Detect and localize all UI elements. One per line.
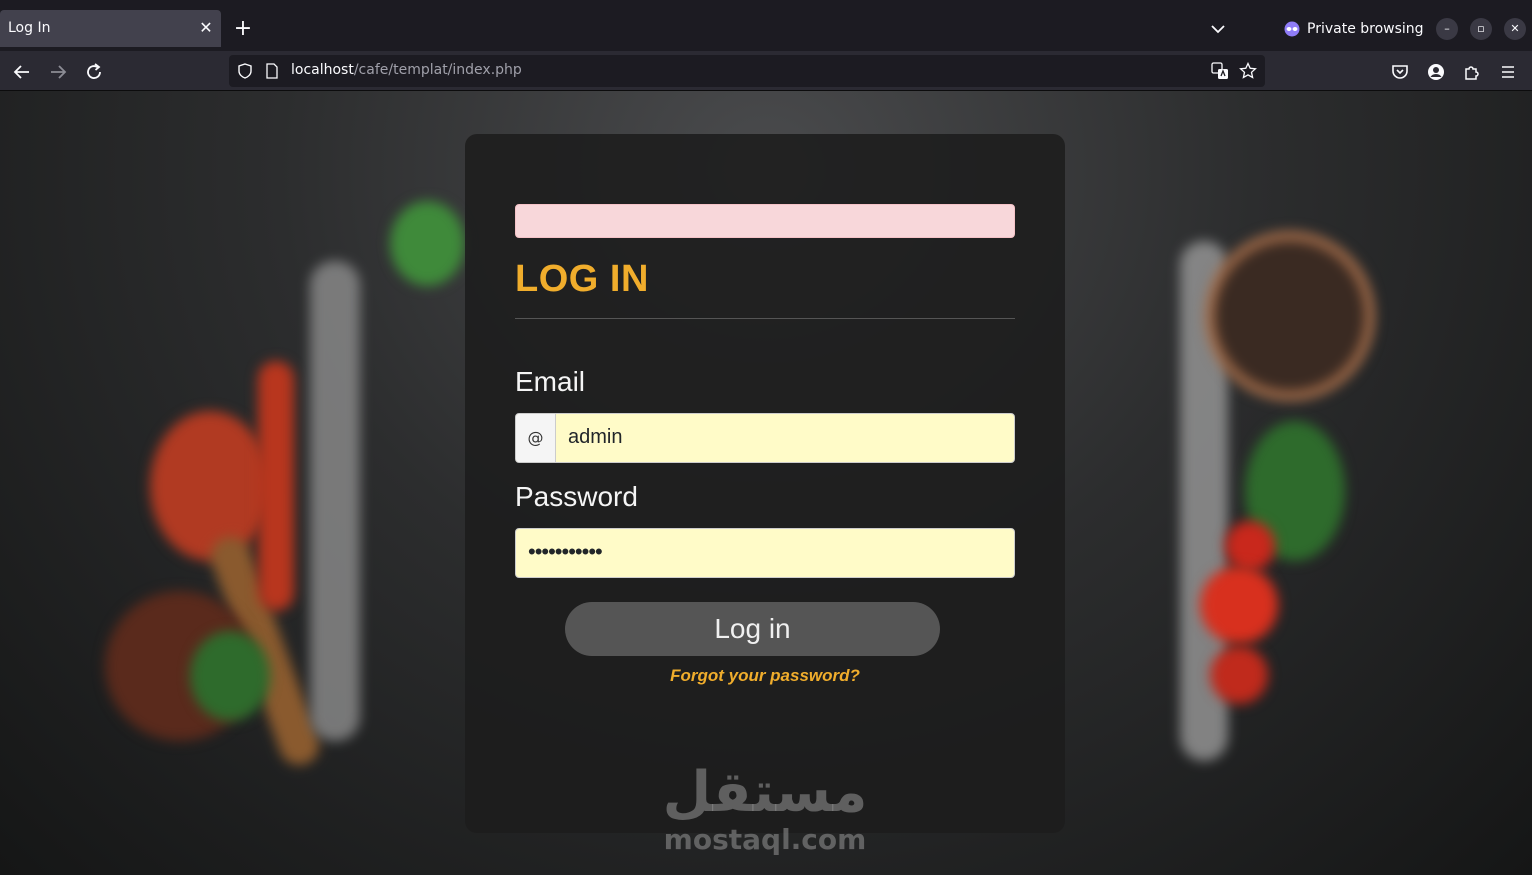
at-sign-addon: @: [516, 414, 556, 462]
browser-tab[interactable]: Log In ✕: [0, 10, 221, 47]
private-browsing-indicator: Private browsing: [1284, 18, 1424, 40]
login-button[interactable]: Log in: [565, 602, 940, 656]
background-pepper-bowl-image: [1215, 241, 1365, 391]
new-tab-button[interactable]: +: [231, 17, 255, 41]
bookmark-star-icon[interactable]: [1239, 62, 1257, 80]
browser-tab-bar: Log In ✕ + Private browsing – ▫ ✕: [0, 0, 1532, 51]
background-tomato-image: [1225, 521, 1275, 571]
title-divider: [515, 318, 1015, 319]
password-input-group: •••••••••••: [515, 528, 1015, 578]
email-field[interactable]: admin: [568, 426, 622, 449]
password-label: Password: [515, 481, 638, 512]
translate-icon[interactable]: [1211, 62, 1229, 80]
close-window-button[interactable]: ✕: [1504, 18, 1526, 40]
mostaql-watermark: مستقل mostaql.com: [660, 761, 870, 855]
restore-button[interactable]: ▫: [1470, 18, 1492, 40]
background-herb-image-2: [190, 631, 270, 721]
background-fork-image: [310, 261, 360, 741]
page-viewport: LOG IN Email @ admin Password ••••••••••…: [0, 91, 1532, 875]
back-arrow-icon[interactable]: [10, 60, 34, 84]
forward-arrow-icon[interactable]: [46, 60, 70, 84]
alert-message: [515, 204, 1015, 238]
email-input-group: @ admin: [515, 413, 1015, 463]
url-text[interactable]: localhost/cafe/templat/index.php: [291, 62, 522, 78]
url-host: localhost: [291, 62, 354, 78]
page-title: LOG IN: [515, 258, 649, 300]
private-browsing-label: Private browsing: [1307, 21, 1424, 37]
login-card: LOG IN Email @ admin Password ••••••••••…: [465, 134, 1065, 833]
tab-title: Log In: [8, 20, 51, 36]
watermark-arabic-text: مستقل: [662, 760, 868, 825]
page-info-icon[interactable]: [265, 63, 279, 79]
navigation-toolbar: localhost/cafe/templat/index.php: [0, 51, 1532, 91]
url-path: /cafe/templat/index.php: [353, 62, 522, 78]
background-herb-image: [390, 201, 465, 286]
menu-hamburger-icon[interactable]: [1496, 60, 1520, 84]
background-tomato-image-2: [1200, 566, 1278, 644]
account-icon[interactable]: [1424, 60, 1448, 84]
forgot-password-link[interactable]: Forgot your password?: [465, 666, 1065, 686]
background-spoon-image: [150, 411, 270, 561]
tab-list-chevron-icon[interactable]: [1207, 18, 1229, 40]
extensions-icon[interactable]: [1460, 60, 1484, 84]
background-chili-image: [258, 361, 294, 611]
tracking-shield-icon[interactable]: [237, 63, 253, 79]
email-label: Email: [515, 366, 586, 397]
background-tomato-image-3: [1210, 646, 1268, 704]
watermark-latin-text: mostaql.com: [663, 823, 867, 856]
password-field[interactable]: •••••••••••: [528, 539, 603, 565]
minimize-button[interactable]: –: [1436, 18, 1458, 40]
private-mask-icon: [1284, 21, 1300, 37]
address-bar[interactable]: localhost/cafe/templat/index.php: [229, 55, 1265, 87]
reload-icon[interactable]: [82, 60, 106, 84]
pocket-icon[interactable]: [1388, 60, 1412, 84]
tab-close-icon[interactable]: ✕: [196, 16, 216, 40]
